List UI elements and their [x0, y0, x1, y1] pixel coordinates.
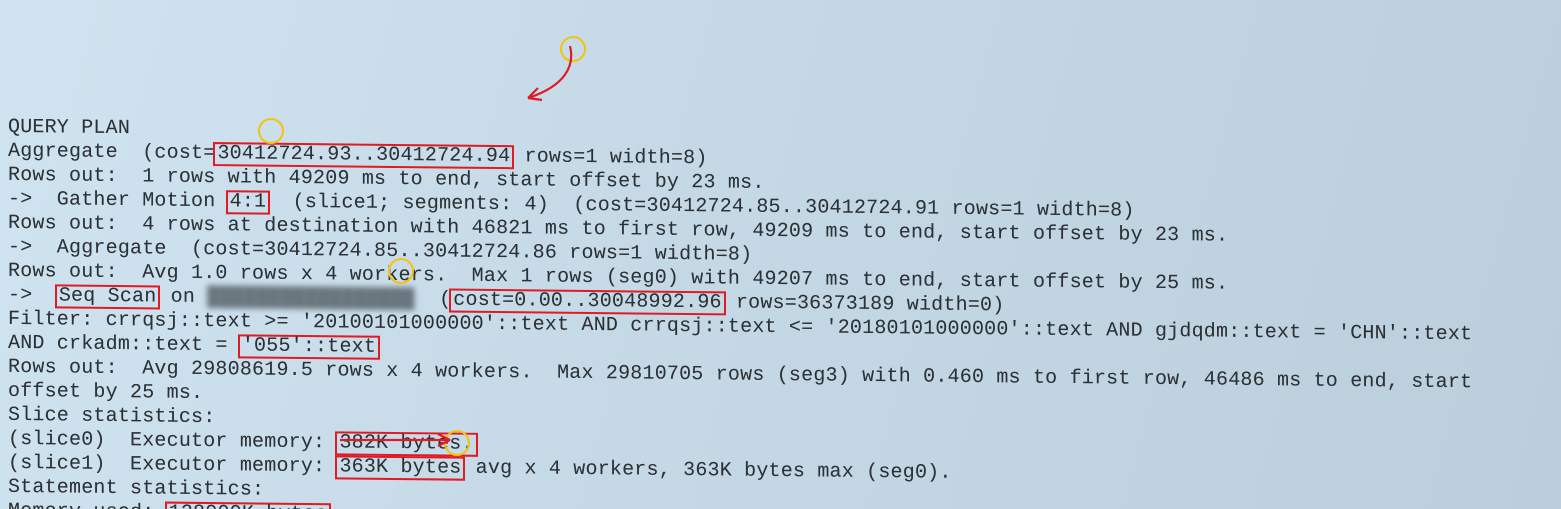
seq-scan-cost: cost=0.00..30048992.96	[449, 289, 725, 316]
slice1-memory: 363K bytes	[335, 455, 465, 480]
aggregate-cost: 30412724.93..30412724.94	[213, 142, 514, 169]
statement-statistics-header: Statement statistics:	[8, 476, 264, 502]
memory-used: 128000K bytes	[165, 502, 332, 509]
plan-header: QUERY PLAN	[8, 116, 130, 140]
annotation-circle-1-icon	[560, 36, 586, 62]
memory-used-line: Memory used: 128000K bytes	[8, 500, 329, 509]
slice-statistics-header: Slice statistics:	[8, 404, 215, 429]
filter-line-2: AND crkadm::text = '055'::text	[8, 332, 378, 359]
seq-scan-label: Seq Scan	[55, 284, 161, 309]
slice0-memory: 382K bytes.	[335, 431, 477, 456]
gather-ratio: 4:1	[226, 190, 271, 214]
rows-out-4b: offset by 25 ms.	[8, 380, 203, 405]
slice0-line: (slice0) Executor memory: 382K bytes.	[8, 428, 476, 456]
table-name-redacted: █████████████████	[207, 286, 414, 311]
rows-out-4a: Rows out: Avg 29808619.5 rows x 4 worker…	[8, 356, 1472, 394]
filter-value: '055'::text	[238, 334, 380, 359]
query-plan-output: QUERY PLAN Aggregate (cost=30412724.93..…	[0, 88, 1561, 509]
